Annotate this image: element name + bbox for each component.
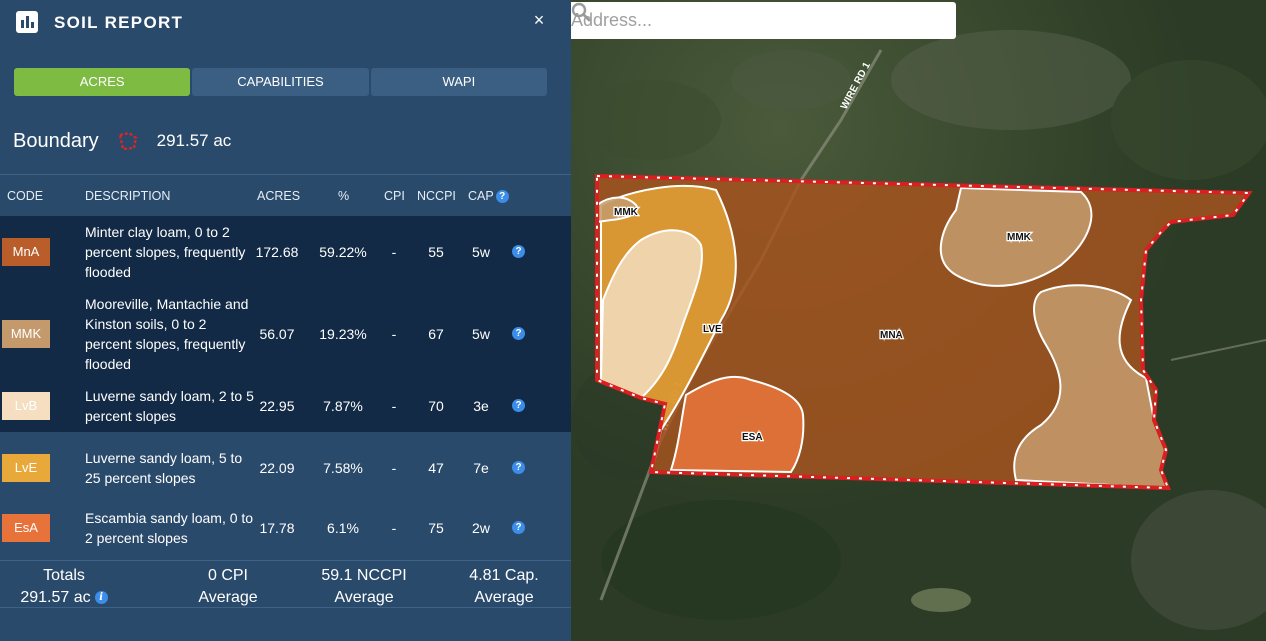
soil-percent: 59.22% <box>319 244 367 260</box>
row-help-icon[interactable]: ? <box>512 399 525 412</box>
soil-cap: 7e <box>473 460 489 476</box>
totals-label: Totals <box>43 567 85 584</box>
totals-column: Totals 291.57 ac i <box>14 565 114 609</box>
totals-footer: Totals 291.57 ac i 0 CPI Average 59.1 NCC… <box>0 560 571 608</box>
soil-acres: 22.09 <box>259 460 295 476</box>
soil-nccpi: 70 <box>428 398 444 414</box>
soil-cpi: - <box>391 326 397 342</box>
satellite-map[interactable]: WIRE RD 1 WIRE RD 1 MMK MMK LVE MNA ESA <box>571 0 1266 641</box>
soil-acres: 17.78 <box>259 520 295 536</box>
row-help-icon[interactable]: ? <box>512 327 525 340</box>
soil-description: Escambia sandy loam, 0 to 2 percent slop… <box>85 510 254 546</box>
search-icon[interactable] <box>571 2 591 22</box>
cpi-average-column: 0 CPI Average <box>178 565 278 609</box>
soil-description: Luverne sandy loam, 2 to 5 percent slope… <box>85 388 254 424</box>
soil-description: Mooreville, Mantachie and Kinston soils,… <box>85 296 249 372</box>
cap-average-label: Average <box>474 589 534 606</box>
soil-acres: 56.07 <box>259 326 295 342</box>
panel-title: SOIL REPORT <box>54 13 184 32</box>
map-label-mmk-east: MMK <box>1007 232 1032 243</box>
soil-cpi: - <box>391 398 397 414</box>
tab-acres[interactable]: ACRES <box>14 68 191 96</box>
col-acres[interactable]: ACRES <box>257 189 300 203</box>
nccpi-average-label: Average <box>334 589 394 606</box>
table-row[interactable]: EsA Escambia sandy loam, 0 to 2 percent … <box>0 502 571 560</box>
soil-table-body: MnA Minter clay loam, 0 to 2 percent slo… <box>0 216 571 560</box>
col-description[interactable]: DESCRIPTION <box>85 189 170 203</box>
col-cap-label: CAP <box>468 189 494 203</box>
soil-cpi: - <box>391 244 397 260</box>
soil-percent: 19.23% <box>319 326 367 342</box>
col-cap[interactable]: CAP? <box>468 189 509 204</box>
table-row[interactable]: MnA Minter clay loam, 0 to 2 percent slo… <box>0 216 571 288</box>
soil-percent: 6.1% <box>327 520 359 536</box>
soil-code-badge: LvB <box>2 392 50 420</box>
row-help-icon[interactable]: ? <box>512 245 525 258</box>
soil-code-badge: MMK <box>2 320 50 348</box>
soil-description: Luverne sandy loam, 5 to 25 percent slop… <box>85 450 243 486</box>
totals-acres: 291.57 ac i <box>14 587 114 609</box>
info-icon[interactable]: i <box>94 591 108 605</box>
map-label-esa: ESA <box>742 432 763 443</box>
soil-percent: 7.87% <box>323 398 363 414</box>
soil-nccpi: 55 <box>428 244 444 260</box>
table-header: CODE DESCRIPTION ACRES % CPI NCCPI CAP? <box>0 174 571 216</box>
table-row[interactable]: MMK Mooreville, Mantachie and Kinston so… <box>0 288 571 380</box>
cpi-average-value: 0 CPI <box>207 567 248 584</box>
address-search-bar[interactable] <box>571 2 956 39</box>
boundary-label: Boundary <box>13 129 99 152</box>
cpi-average-label: Average <box>198 589 258 606</box>
panel-header: SOIL REPORT × <box>0 0 571 44</box>
map-label-mmk-west: MMK <box>614 207 639 218</box>
nccpi-average-value: 59.1 NCCPI <box>321 567 407 584</box>
tab-capabilities[interactable]: CAPABILITIES <box>192 68 369 96</box>
map-canvas[interactable]: WIRE RD 1 WIRE RD 1 MMK MMK LVE MNA ESA <box>571 0 1266 641</box>
soil-zone-esa[interactable] <box>669 375 805 474</box>
soil-cap: 2w <box>472 520 490 536</box>
row-help-icon[interactable]: ? <box>512 521 525 534</box>
report-tabs: ACRES CAPABILITIES WAPI <box>14 68 547 96</box>
soil-cpi: - <box>391 460 397 476</box>
cap-average-value: 4.81 Cap. <box>469 567 539 584</box>
soil-nccpi: 47 <box>428 460 444 476</box>
map-label-mna: MNA <box>880 330 903 341</box>
soil-acres: 22.95 <box>259 398 295 414</box>
totals-acres-value: 291.57 ac <box>20 589 91 606</box>
cap-average-column: 4.81 Cap. Average <box>454 565 554 609</box>
soil-nccpi: 67 <box>428 326 444 342</box>
col-nccpi[interactable]: NCCPI <box>417 189 456 203</box>
soil-code-badge: LvE <box>2 454 50 482</box>
soil-percent: 7.58% <box>323 460 363 476</box>
soil-description: Minter clay loam, 0 to 2 percent slopes,… <box>85 224 246 280</box>
address-search-input[interactable] <box>571 2 911 39</box>
col-cpi[interactable]: CPI <box>384 189 405 203</box>
tab-wapi[interactable]: WAPI <box>370 68 547 96</box>
nccpi-average-column: 59.1 NCCPI Average <box>306 565 422 609</box>
soil-nccpi: 75 <box>428 520 444 536</box>
table-row[interactable]: LvE Luverne sandy loam, 5 to 25 percent … <box>0 440 571 502</box>
row-help-icon[interactable]: ? <box>512 461 525 474</box>
soil-report-panel: SOIL REPORT × ACRES CAPABILITIES WAPI Bo… <box>0 0 571 641</box>
map-label-lve: LVE <box>703 324 722 335</box>
table-row[interactable]: LvB Luverne sandy loam, 2 to 5 percent s… <box>0 380 571 432</box>
bar-chart-icon <box>16 11 38 33</box>
soil-cpi: - <box>391 520 397 536</box>
soil-code-badge: EsA <box>2 514 50 542</box>
col-percent[interactable]: % <box>338 189 349 203</box>
col-code[interactable]: CODE <box>7 189 43 203</box>
soil-cap: 3e <box>473 398 489 414</box>
boundary-polygon-icon <box>118 131 137 151</box>
soil-cap: 5w <box>472 244 490 260</box>
soil-code-badge: MnA <box>2 238 50 266</box>
soil-cap: 5w <box>472 326 490 342</box>
boundary-acres: 291.57 ac <box>156 131 232 150</box>
close-button[interactable]: × <box>529 10 549 30</box>
cap-help-icon[interactable]: ? <box>495 190 509 204</box>
boundary-summary: Boundary 291.57 ac <box>13 129 231 153</box>
soil-acres: 172.68 <box>255 244 299 260</box>
